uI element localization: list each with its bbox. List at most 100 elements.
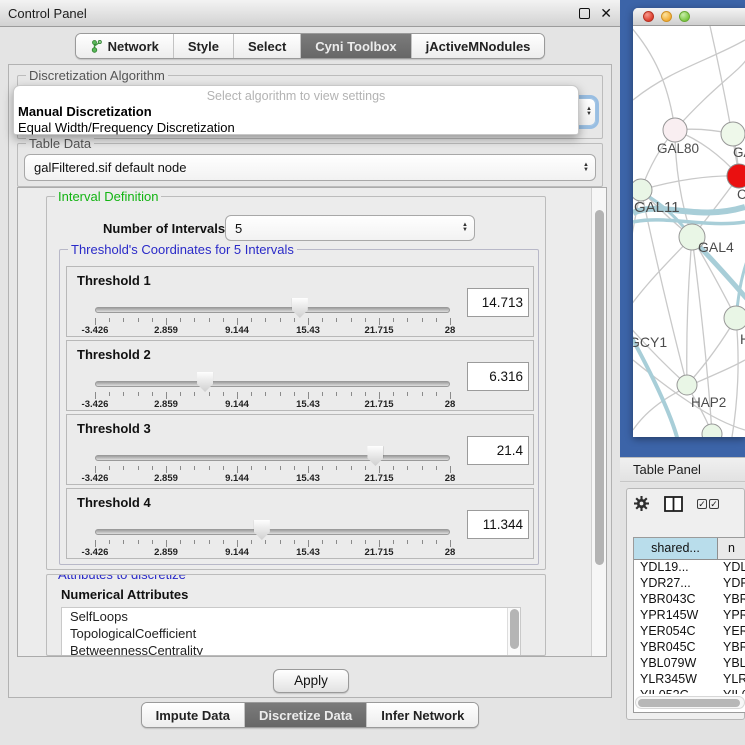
node-selected-red[interactable] [727,164,745,188]
table-row[interactable]: YER054CYER0 [634,624,745,640]
slider-thumb[interactable] [292,298,308,318]
minor-tick [138,318,139,322]
dropdown-placeholder-item[interactable]: Select algorithm to view settings [14,89,578,103]
cell-name[interactable]: YDR2 [718,576,745,592]
slider-thumb[interactable] [197,372,213,392]
threshold-1-slider[interactable]: -3.4262.8599.14415.4321.71528 [95,267,450,338]
zoom-window-icon[interactable] [679,11,690,22]
minor-tick [280,392,281,396]
attribute-list-item[interactable]: SelfLoops [62,608,520,625]
settings-scrollbar[interactable] [591,188,606,656]
minor-tick [209,392,210,396]
minimize-window-icon[interactable] [661,11,672,22]
column-header-name[interactable]: n [718,538,745,560]
apply-button[interactable]: Apply [273,669,349,693]
threshold-2-value-field[interactable] [467,362,529,391]
threshold-3-value-field[interactable] [467,436,529,465]
cell-name[interactable]: YPR1 [718,608,745,624]
tab-style[interactable]: Style [174,34,234,58]
control-panel-title: Control Panel [8,6,87,21]
cell-name[interactable]: YDL1 [718,560,745,576]
numerical-attributes-list[interactable]: SelfLoopsTopologicalCoefficientBetweenne… [61,607,521,656]
node-gal11[interactable] [633,179,652,201]
table-row[interactable]: YIL052CYIL0 [634,688,745,694]
cell-name[interactable]: YBL0 [718,656,745,672]
slider-thumb[interactable] [254,520,270,540]
tab-impute-data[interactable]: Impute Data [142,703,245,727]
table-row[interactable]: YBR043CYBR0 [634,592,745,608]
minor-tick [422,540,423,544]
tab-infer-network-label: Infer Network [381,708,464,723]
minor-tick [294,466,295,470]
cell-shared-name[interactable]: YDL19... [634,560,718,576]
cell-shared-name[interactable]: YBL079W [634,656,718,672]
cell-name[interactable]: YBR0 [718,592,745,608]
threshold-1-value-field[interactable] [467,288,529,317]
cell-shared-name[interactable]: YDR27... [634,576,718,592]
threshold-4-slider[interactable]: -3.4262.8599.14415.4321.71528 [95,489,450,560]
major-tick [379,466,380,473]
threshold-3-slider[interactable]: -3.4262.8599.14415.4321.71528 [95,415,450,486]
cell-shared-name[interactable]: YLR345W [634,672,718,688]
attribute-list-item[interactable]: TopologicalCoefficient [62,625,520,642]
table-horizontal-scrollbar[interactable] [635,696,745,709]
dropdown-item-manual-discretization[interactable]: Manual Discretization [18,104,152,119]
threshold-1-panel: Threshold 1 -3.4262.8599.14415.4321.7152… [66,266,534,337]
table-row[interactable]: YBL079WYBL0 [634,656,745,672]
cell-name[interactable]: YER0 [718,624,745,640]
tab-jactivemnodules[interactable]: jActiveMNodules [412,34,545,58]
minor-tick [436,466,437,470]
tab-cyni-toolbox[interactable]: Cyni Toolbox [301,34,411,58]
float-panel-icon[interactable] [579,8,590,19]
node-hap2[interactable] [677,375,697,395]
cell-name[interactable]: YBR0 [718,640,745,656]
table-row[interactable]: YBR045CYBR0 [634,640,745,656]
major-tick [450,540,451,547]
table-data-combobox[interactable]: galFiltered.sif default node ▲▼ [24,154,596,181]
table-row[interactable]: YPR145WYPR1 [634,608,745,624]
cell-shared-name[interactable]: YBR045C [634,640,718,656]
attributes-scrollbar-thumb[interactable] [510,609,519,649]
table-row[interactable]: YDL19...YDL1 [634,560,745,576]
dropdown-item-equal-width-frequency[interactable]: Equal Width/Frequency Discretization [18,120,235,135]
column-header-shared-name[interactable]: shared... [634,538,718,560]
tab-select[interactable]: Select [234,34,301,58]
split-columns-icon[interactable] [664,496,683,512]
settings-scrollbar-thumb[interactable] [595,210,604,565]
attributes-scrollbar[interactable] [507,608,520,656]
numerical-attributes-label: Numerical Attributes [61,587,188,602]
node-top-right[interactable] [721,122,745,146]
threshold-3-panel: Threshold 3 -3.4262.8599.14415.4321.7152… [66,414,534,485]
cell-shared-name[interactable]: YPR145W [634,608,718,624]
number-of-intervals-combobox[interactable]: 5 ▲▼ [225,215,475,241]
table-hscrollbar-thumb[interactable] [638,699,740,707]
slider-tick-labels: -3.4262.8599.14415.4321.71528 [95,325,450,337]
cell-shared-name[interactable]: YER054C [634,624,718,640]
table-data-label: Table Data [26,136,94,151]
attribute-list-item[interactable]: BetweennessCentrality [62,642,520,656]
major-tick [166,318,167,325]
cell-name[interactable]: YIL0 [718,688,745,694]
minor-tick [393,466,394,470]
threshold-2-slider[interactable]: -3.4262.8599.14415.4321.71528 [95,341,450,412]
select-columns-icon[interactable]: ✓ ✓ [697,499,719,509]
gear-icon[interactable] [633,495,650,512]
table-row[interactable]: YDR27...YDR2 [634,576,745,592]
node-bottom[interactable] [702,424,722,437]
threshold-4-value-field[interactable] [467,510,529,539]
tab-network[interactable]: Network [76,34,174,58]
node-table-header: shared... n [634,538,745,560]
network-canvas[interactable]: GAL80 GA C GAL11 GAL4 GCY1 H HAP2 [633,26,745,437]
tab-infer-network[interactable]: Infer Network [367,703,478,727]
node-h[interactable] [724,306,745,330]
cell-name[interactable]: YLR3 [718,672,745,688]
tab-discretize-data[interactable]: Discretize Data [245,703,367,727]
table-panel-body: ✓ ✓ shared... n YDL19...YDL1YDR27...YDR2… [620,483,745,745]
cell-shared-name[interactable]: YIL052C [634,688,718,694]
slider-thumb[interactable] [367,446,383,466]
close-window-icon[interactable] [643,11,654,22]
node-gal80[interactable] [663,118,687,142]
table-row[interactable]: YLR345WYLR3 [634,672,745,688]
close-panel-icon[interactable]: ✕ [600,8,612,19]
cell-shared-name[interactable]: YBR043C [634,592,718,608]
